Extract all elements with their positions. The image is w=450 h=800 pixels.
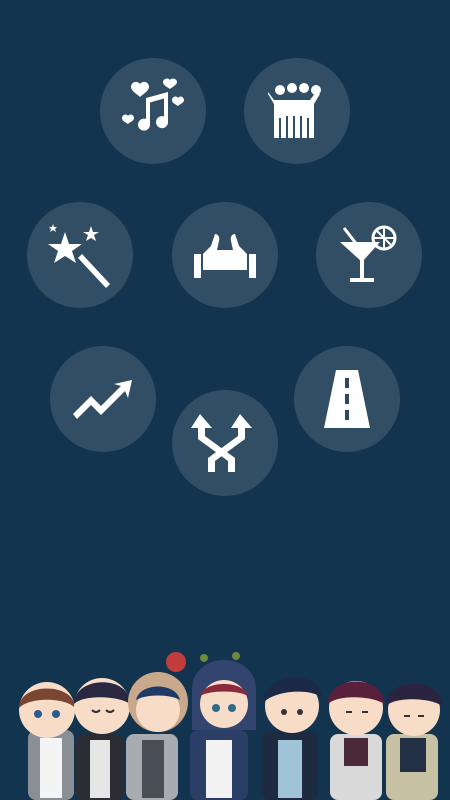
road-button[interactable]: road-icon bbox=[294, 346, 400, 452]
trending-button[interactable]: trending-up-arrow-icon bbox=[50, 346, 156, 452]
hearts-music-note-icon bbox=[122, 78, 184, 131]
love-songs-button[interactable]: hearts-music-note-icon bbox=[100, 58, 206, 164]
friends-button[interactable]: group-hug-icon bbox=[244, 58, 350, 164]
group-hug-icon bbox=[268, 83, 321, 138]
shuffle-button[interactable]: shuffle-arrows-icon bbox=[172, 390, 278, 496]
magic-wand-stars-icon bbox=[48, 224, 110, 288]
trending-up-arrow-icon bbox=[73, 380, 132, 419]
two-thumbs-up-icon bbox=[194, 234, 256, 278]
party-button[interactable]: cocktail-glass-icon bbox=[316, 202, 422, 308]
chibi-band-members-illustration bbox=[19, 652, 442, 800]
shuffle-arrows-icon bbox=[191, 414, 252, 472]
favorites-button[interactable]: two-thumbs-up-icon bbox=[172, 202, 278, 308]
cocktail-glass-icon bbox=[340, 225, 397, 282]
road-icon bbox=[324, 370, 370, 428]
magic-button[interactable]: magic-wand-stars-icon bbox=[27, 202, 133, 308]
